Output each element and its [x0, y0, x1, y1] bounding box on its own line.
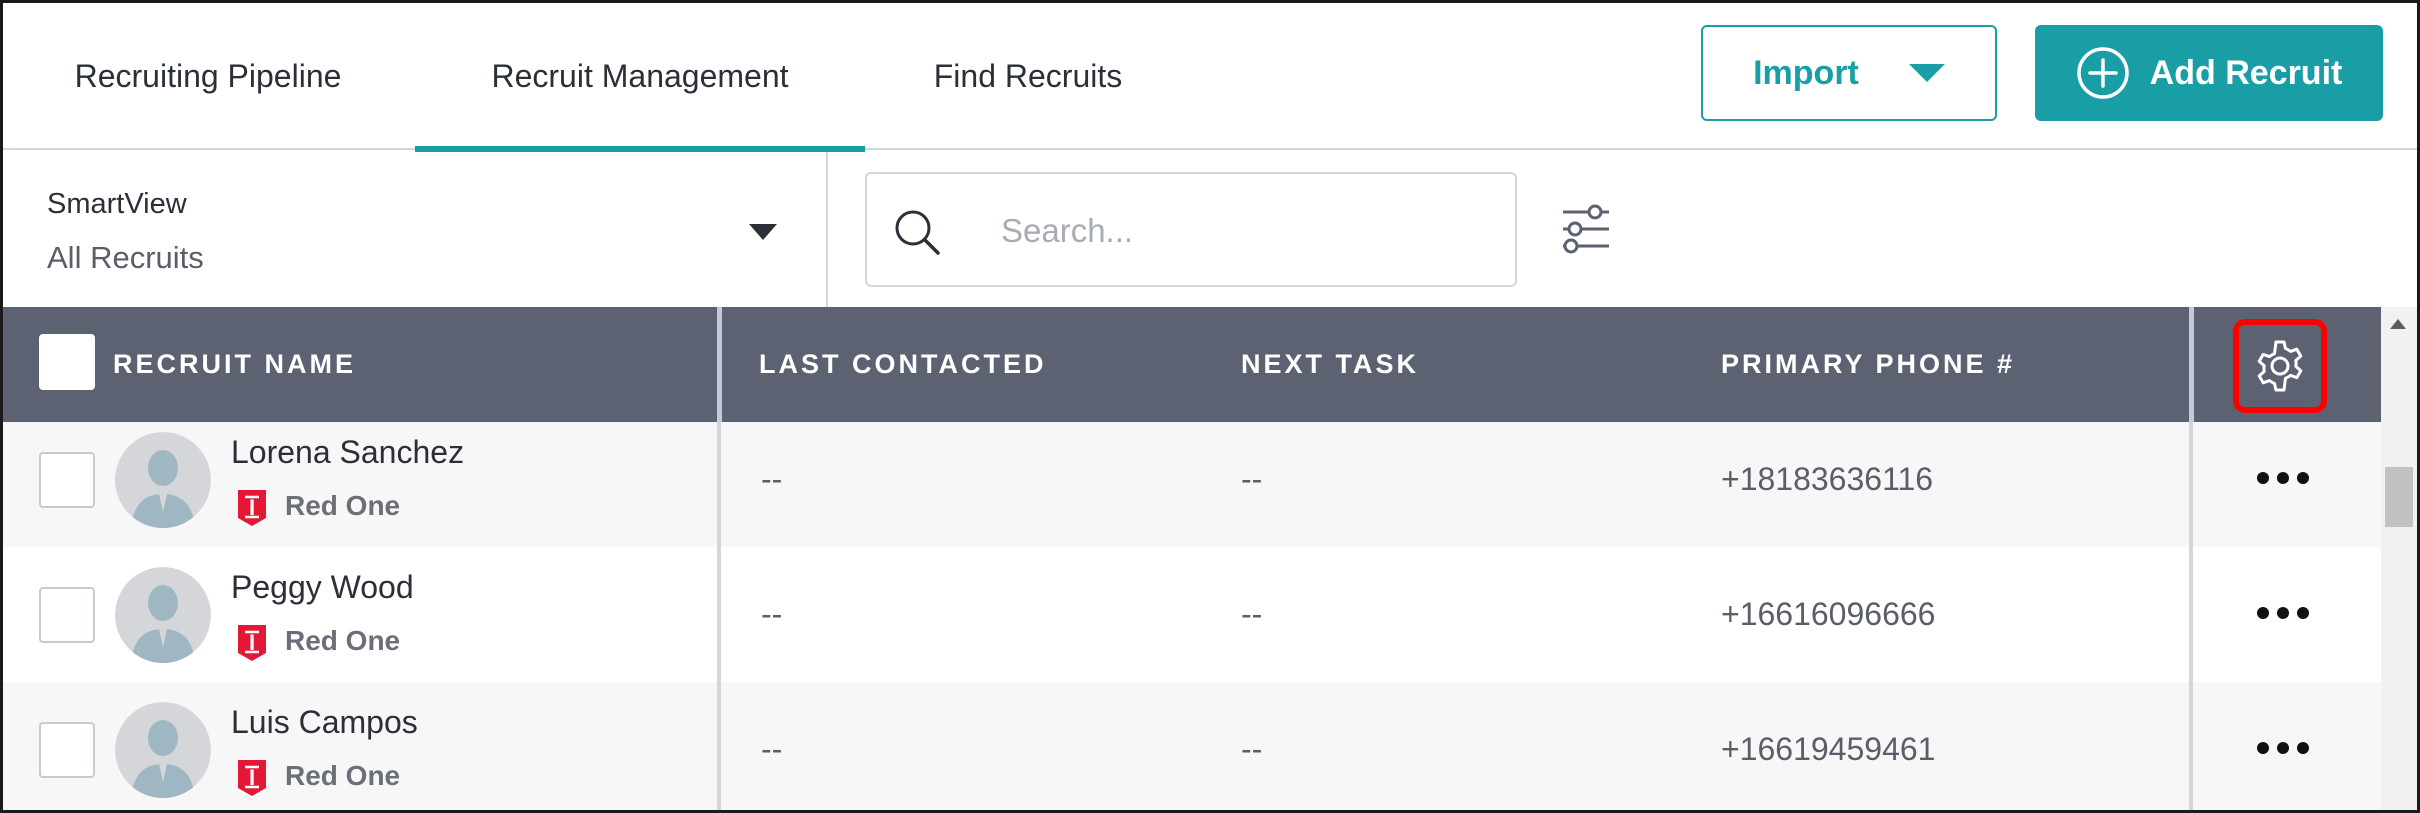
- table-row[interactable]: Luis Campos I Red One -- -- +16619459461: [3, 682, 2381, 810]
- app-frame: Recruiting Pipeline Recruit Management F…: [0, 0, 2420, 813]
- search-icon: [895, 210, 940, 255]
- phone-cell: +18183636116: [1721, 461, 1934, 497]
- avatar-placeholder-icon: [115, 432, 211, 528]
- tab-label: Recruiting Pipeline: [74, 58, 342, 94]
- next-task-cell: --: [1241, 731, 1263, 767]
- tab-label: Recruit Management: [491, 58, 789, 94]
- filter-row: SmartView All Recruits: [3, 152, 2417, 307]
- scroll-up-arrow-icon[interactable]: [2390, 319, 2406, 329]
- scrollbar-thumb[interactable]: [2385, 467, 2413, 527]
- column-header-next-task[interactable]: NEXT TASK: [1241, 307, 1419, 422]
- last-contacted-cell: --: [761, 731, 783, 767]
- phone-cell: +16619459461: [1721, 731, 1936, 767]
- last-contacted-cell: --: [761, 596, 783, 632]
- column-divider: [2189, 682, 2193, 810]
- search-input[interactable]: [1001, 196, 1491, 266]
- more-horizontal-icon[interactable]: [2253, 468, 2313, 488]
- recruit-name[interactable]: Lorena Sanchez: [231, 434, 464, 471]
- add-recruit-label: Add Recruit: [2149, 53, 2343, 92]
- tab-recruit-management[interactable]: Recruit Management: [415, 3, 865, 152]
- last-contacted-cell: --: [761, 461, 783, 497]
- more-horizontal-icon[interactable]: [2253, 603, 2313, 623]
- add-recruit-button[interactable]: Add Recruit: [2035, 25, 2383, 121]
- top-nav: Recruiting Pipeline Recruit Management F…: [3, 3, 2417, 152]
- row-checkbox[interactable]: [39, 587, 95, 643]
- plus-circle-icon: [2076, 47, 2129, 99]
- vertical-scrollbar[interactable]: [2381, 307, 2417, 810]
- column-header-primary-phone[interactable]: PRIMARY PHONE #: [1721, 307, 2015, 422]
- table-header: RECRUIT NAME LAST CONTACTED NEXT TASK PR…: [3, 307, 2381, 422]
- recruit-name[interactable]: Peggy Wood: [231, 569, 414, 606]
- column-divider[interactable]: [717, 307, 722, 422]
- team-name: Red One: [285, 625, 401, 656]
- gear-icon: [2257, 340, 2303, 392]
- table-row[interactable]: Peggy Wood I Red One -- -- +16616096666: [3, 547, 2381, 682]
- column-header-last-contacted[interactable]: LAST CONTACTED: [759, 307, 1046, 422]
- column-divider: [2189, 307, 2194, 422]
- column-divider: [717, 547, 721, 682]
- column-divider: [2189, 547, 2193, 682]
- import-label: Import: [1753, 53, 1859, 92]
- select-all-checkbox[interactable]: [39, 334, 95, 390]
- team-name: Red One: [285, 490, 401, 521]
- smartview-value: All Recruits: [47, 240, 204, 275]
- column-divider: [2189, 422, 2193, 547]
- chevron-down-icon: [1908, 64, 1945, 82]
- chevron-down-icon: [749, 224, 777, 240]
- avatar-placeholder-icon: [115, 567, 211, 663]
- row-checkbox[interactable]: [39, 722, 95, 778]
- search-box: [865, 172, 1517, 287]
- row-checkbox[interactable]: [39, 452, 95, 508]
- team-name: Red One: [285, 760, 401, 791]
- phone-cell: +16616096666: [1721, 596, 1936, 632]
- tab-label: Find Recruits: [933, 58, 1123, 94]
- smartview-label: SmartView: [47, 188, 187, 220]
- tab-find-recruits[interactable]: Find Recruits: [883, 3, 1173, 150]
- column-settings-button[interactable]: [2233, 319, 2327, 413]
- recruit-name[interactable]: Luis Campos: [231, 704, 418, 741]
- next-task-cell: --: [1241, 461, 1263, 497]
- table-row[interactable]: Lorena Sanchez I Red One -- -- +18183636…: [3, 422, 2381, 547]
- team-badge-icon: I: [238, 490, 266, 526]
- more-horizontal-icon[interactable]: [2253, 738, 2313, 758]
- sliders-icon[interactable]: [1559, 202, 1613, 256]
- avatar-placeholder-icon: [115, 702, 211, 798]
- column-divider: [717, 682, 721, 810]
- column-divider: [717, 422, 721, 547]
- team-badge-icon: I: [238, 625, 266, 661]
- tab-recruiting-pipeline[interactable]: Recruiting Pipeline: [23, 3, 393, 150]
- column-header-recruit-name[interactable]: RECRUIT NAME: [113, 307, 356, 422]
- table-body: Lorena Sanchez I Red One -- -- +18183636…: [3, 422, 2381, 810]
- team-badge-icon: I: [238, 760, 266, 796]
- smartview-dropdown[interactable]: SmartView All Recruits: [3, 152, 828, 307]
- import-button[interactable]: Import: [1701, 25, 1997, 121]
- next-task-cell: --: [1241, 596, 1263, 632]
